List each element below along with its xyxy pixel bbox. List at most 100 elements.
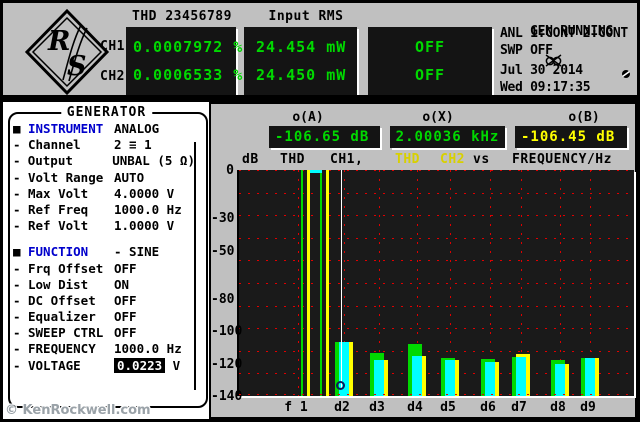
bar-overlap-d5 [445,360,455,396]
fundamental-bar-ch1 [301,170,310,396]
bar-overlap-d6 [485,362,495,396]
generator-item-voltage[interactable]: - VOLTAGE 0.0223 V [13,357,195,374]
swp-status: SWP OFF [500,43,553,58]
thd-ch1-value: 0.0007972 % [133,38,244,56]
x-tick-d3: d3 [369,400,385,415]
section-divider [3,95,637,102]
generator-item-max-volt[interactable]: - Max Volt 4.0000 V [13,186,195,202]
item-label: FREQUENCY [28,341,96,357]
item-value: OFF [114,325,137,341]
generator-item-sweep-ctrl[interactable]: - SWEEP CTRL OFF [13,325,195,341]
item-label: Max Volt [28,185,89,201]
input-rms-title: Input RMS [268,9,344,24]
generator-item-ref-freq[interactable]: - Ref Freq 1000.0 Hz [13,202,195,218]
plot-area[interactable] [237,170,634,396]
chart-title-seg-3: CH2 [440,152,465,167]
fundamental-overlap-cap [310,170,322,173]
y-tick--80: -80 [211,292,235,307]
item-label: DC Offset [28,292,96,308]
item-marker-icon: - [13,309,21,325]
watermark: © KenRockwell.com [5,403,151,418]
item-marker-icon: - [13,137,21,153]
generator-item-channel[interactable]: - Channel 2 ≡ 1 [13,137,195,153]
item-label: Ref Freq [28,201,89,217]
item-marker-icon: - [13,276,21,292]
item-label: VOLTAGE [28,357,81,373]
item-value: 1000.0 Hz [114,201,182,217]
generator-item-output[interactable]: - Output UNBAL (5 Ω) [13,153,195,169]
generator-title: GENERATOR [60,105,153,120]
section-marker-icon: ■ [13,121,21,136]
cursor-x-readout: 2.00036 kHz [390,126,505,148]
item-value: 1.0000 V [114,218,175,234]
item-label: Channel [28,137,81,153]
item-label: Equalizer [28,309,96,325]
item-label: INSTRUMENT [28,121,104,136]
ch1-label: CH1 [100,39,125,54]
generator-item-volt-range[interactable]: - Volt Range AUTO [13,170,195,186]
rms-ch2-value: 24.450 mW [256,66,347,84]
date-label: Jul 30 2014 [500,63,583,78]
chart-title-seg-5: FREQUENCY/Hz [512,152,612,167]
x-tick-d9: d9 [580,400,596,415]
item-marker-icon: - [13,201,21,217]
item-value: ANALOG [114,121,160,136]
item-label: Ref Volt [28,218,89,234]
chart-title-seg-2: THD [395,152,420,167]
gridline-v [298,170,299,396]
generator-item-instrument[interactable]: ■ INSTRUMENT ANALOG [13,121,195,137]
item-label: Volt Range [28,169,104,185]
y-tick--120: -120 [211,357,243,372]
item-marker-icon: - [13,292,21,308]
generator-item-frq-offset[interactable]: - Frq Offset OFF [13,261,195,277]
aux-ch1-value: OFF [414,38,446,56]
item-value: OFF [114,309,137,325]
a-cursor-marker[interactable] [336,381,345,390]
item-label: Frq Offset [28,260,104,276]
x-cursor-line[interactable] [341,170,342,388]
item-value: ON [114,276,130,292]
item-marker-icon: - [13,169,21,185]
item-marker-icon: - [13,218,21,234]
rms-ch1-value: 24.454 mW [256,38,347,56]
item-value: OFF [114,292,137,308]
generator-item-ref-volt[interactable]: - Ref Volt 1.0000 V [13,218,195,234]
item-marker-icon: - [13,357,21,373]
generator-item-equalizer[interactable]: - Equalizer OFF [13,309,195,325]
item-value: UNBAL (5 Ω) [112,153,195,169]
item-marker-icon: - [13,325,21,341]
bar-overlap-d9 [585,358,595,396]
y-tick--100: -100 [211,324,243,339]
bar-overlap-d7 [516,357,526,396]
cursor-b-readout: -106.45 dB [515,126,627,148]
edit-field-value[interactable]: 0.0223 [114,357,166,373]
generator-item-frequency[interactable]: - FREQUENCY 1000.0 Hz [13,341,195,357]
ch2-label: CH2 [100,69,125,84]
chart-panel: o(A) o(X) o(B) -106.65 dB 2.00036 kHz -1… [209,102,637,419]
generator-item-dc-offset[interactable]: - DC Offset OFF [13,293,195,309]
y-axis-unit: dB [242,152,259,167]
thd-panel-title: THD 23456789 [132,9,232,24]
anl-status: ANL 1:CONT 2:CONT [500,26,628,41]
item-value[interactable]: 0.0223 V [114,357,195,374]
generator-item-low-dist[interactable]: - Low Dist ON [13,277,195,293]
generator-menu-spacer [13,234,195,244]
section-marker-icon: ■ [13,244,21,260]
item-marker-icon: - [13,153,21,169]
y-tick--140: -140 [211,389,243,404]
item-marker-icon: - [13,341,21,357]
generator-panel: GENERATOR ■ INSTRUMENT ANALOG - Channel 2 ≡ 1… [3,102,210,419]
generator-item-function[interactable]: ■ FUNCTION - SINE [13,244,195,260]
analyzer-screen: R S THD 23456789 CH1 CH2 0.0007972 % 0.0… [0,0,640,422]
item-label: Output [27,153,73,169]
gridline-h [239,394,634,395]
activity-icon [621,64,631,83]
thd-ch2-value: 0.0006533 % [133,66,244,84]
item-label: SWEEP CTRL [28,325,104,341]
item-marker-icon: - [13,260,21,276]
chart-title-seg-0: THD [280,152,305,167]
cursor-a-readout: -106.65 dB [269,126,380,148]
rs-logo: R S [24,8,110,96]
input-rms-box: 24.454 mW 24.450 mW [244,27,357,95]
time-label: Wed 09:17:35 [500,80,591,95]
